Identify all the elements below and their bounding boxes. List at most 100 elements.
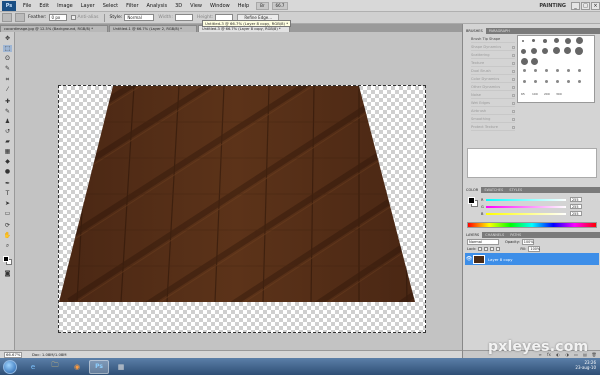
app-taskbar-icon[interactable]: ▦ xyxy=(111,360,131,374)
eraser-tool-icon[interactable]: ▰ xyxy=(3,138,12,145)
firefox-taskbar-icon[interactable]: ◉ xyxy=(67,360,87,374)
eyedropper-icon[interactable]: ⁄ xyxy=(3,86,12,93)
lasso-tool-icon[interactable]: ʘ xyxy=(3,55,12,62)
photoshop-taskbar-icon[interactable]: Ps xyxy=(89,359,109,374)
blur-tool-icon[interactable]: ◆ xyxy=(3,158,12,165)
zoom-tool-icon[interactable]: ⌕ xyxy=(3,242,12,249)
brush-option-row[interactable]: Wet Edges xyxy=(471,100,515,107)
brush-preset[interactable] xyxy=(543,39,547,43)
start-button[interactable] xyxy=(3,359,17,374)
minimize-button[interactable]: _ xyxy=(571,1,580,10)
fill-input[interactable]: 100% xyxy=(528,245,541,252)
close-button[interactable]: × xyxy=(591,1,600,10)
brush-option-row[interactable]: Noise xyxy=(471,92,515,99)
document-canvas[interactable] xyxy=(58,85,426,333)
quick-select-icon[interactable]: ✎ xyxy=(3,65,12,72)
menu-file[interactable]: File xyxy=(19,3,35,9)
rectangular-marquee-icon[interactable]: ⬚ xyxy=(3,45,12,52)
brush-preset[interactable] xyxy=(545,69,548,72)
gradient-tool-icon[interactable]: ▦ xyxy=(3,148,12,155)
brush-option-row[interactable]: Other Dynamics xyxy=(471,84,515,91)
brush-preset[interactable] xyxy=(534,69,537,72)
lock-transparency-icon[interactable] xyxy=(478,246,483,251)
bridge-button[interactable]: Br xyxy=(256,1,269,10)
menu-edit[interactable]: Edit xyxy=(35,3,53,9)
maximize-button[interactable]: □ xyxy=(581,1,590,10)
healing-brush-icon[interactable]: ✚ xyxy=(3,98,12,105)
brush-preset[interactable] xyxy=(545,80,548,83)
brush-option-row[interactable]: Shape Dynamics xyxy=(471,44,515,51)
history-brush-icon[interactable]: ↺ xyxy=(3,128,12,135)
tab-untitled-1[interactable]: Untitled-1 @ 66.7% (Layer 2, RGB/8) * xyxy=(109,25,197,32)
brush-preset[interactable] xyxy=(578,80,581,83)
color-panel-foreground[interactable] xyxy=(468,197,475,204)
brush-preset[interactable] xyxy=(531,58,538,65)
brush-preset[interactable] xyxy=(567,69,570,72)
brush-preset[interactable] xyxy=(576,37,583,44)
brush-preset[interactable] xyxy=(553,47,560,54)
green-value-input[interactable]: 255 xyxy=(570,204,582,209)
menu-help[interactable]: Help xyxy=(234,3,253,9)
workspace-switcher[interactable]: PAINTING xyxy=(539,3,566,9)
zoom-field[interactable]: 66.67% xyxy=(4,351,22,358)
brush-preset[interactable] xyxy=(523,80,526,83)
brush-option-row[interactable]: Dual Brush xyxy=(471,68,515,75)
brush-preset[interactable] xyxy=(523,69,526,72)
brush-preset[interactable] xyxy=(556,80,559,83)
brush-tool-icon[interactable]: ✎ xyxy=(3,108,12,115)
pen-tool-icon[interactable]: ✒ xyxy=(3,180,12,187)
red-slider-track[interactable] xyxy=(486,198,566,201)
type-tool-icon[interactable]: T xyxy=(3,190,12,197)
style-select[interactable]: Normal xyxy=(124,14,155,21)
tab-brushes[interactable]: BRUSHES xyxy=(463,28,486,34)
brush-option-row[interactable]: Airbrush xyxy=(471,108,515,115)
marquee-tool-icon[interactable] xyxy=(2,13,12,22)
menu-3d[interactable]: 3D xyxy=(171,3,186,9)
delete-layer-icon[interactable]: 🗑 xyxy=(591,352,597,357)
tab-color[interactable]: COLOR xyxy=(463,187,482,193)
tab-cocordimage[interactable]: cocordimage.jpg @ 12.5% (Background, RGB… xyxy=(0,25,108,32)
green-slider-track[interactable] xyxy=(486,205,566,208)
brush-preset[interactable] xyxy=(521,49,526,54)
3d-rotate-icon[interactable]: ⟳ xyxy=(3,222,12,229)
zoom-level-button[interactable]: 66.7 xyxy=(271,1,289,10)
blend-mode-select[interactable]: Normal xyxy=(467,238,499,245)
selection-mode-icon[interactable] xyxy=(15,13,25,22)
lock-pixels-icon[interactable] xyxy=(484,246,489,251)
move-tool-icon[interactable]: ✥ xyxy=(3,35,12,42)
menu-image[interactable]: Image xyxy=(53,3,77,9)
brush-option-row[interactable]: Scattering xyxy=(471,52,515,59)
layer-row-selected[interactable]: 👁 Layer 8 copy xyxy=(465,253,599,265)
shape-tool-icon[interactable]: ▭ xyxy=(3,210,12,217)
red-value-input[interactable]: 255 xyxy=(570,197,582,202)
crop-tool-icon[interactable]: ⌗ xyxy=(3,76,12,83)
brush-option-row[interactable]: Color Dynamics xyxy=(471,76,515,83)
green-slider[interactable]: G 255 xyxy=(481,204,597,209)
brush-preset[interactable] xyxy=(521,58,528,65)
brush-preset[interactable] xyxy=(531,48,537,54)
eye-icon[interactable]: 👁 xyxy=(465,256,473,262)
opacity-input[interactable]: 100% xyxy=(521,238,534,245)
brush-preset-grid[interactable]: 65 100 200 300 xyxy=(517,35,595,103)
tab-paragraph[interactable]: PARAGRAPH xyxy=(486,28,513,34)
antialias-checkbox[interactable] xyxy=(70,15,76,20)
tab-styles[interactable]: STYLES xyxy=(506,187,525,193)
foreground-color-swatch[interactable] xyxy=(3,256,9,262)
brush-preset[interactable] xyxy=(542,48,548,54)
path-select-icon[interactable]: ➤ xyxy=(3,200,12,207)
brush-option-row[interactable]: Brush Tip Shape xyxy=(471,36,515,43)
menu-layer[interactable]: Layer xyxy=(77,3,99,9)
explorer-taskbar-icon[interactable]: 🗀 xyxy=(45,360,65,374)
brush-preset[interactable] xyxy=(534,80,537,83)
dodge-tool-icon[interactable]: ● xyxy=(3,168,12,175)
brush-preset[interactable] xyxy=(532,39,535,42)
lock-position-icon[interactable] xyxy=(490,246,495,251)
feather-input[interactable]: 0 px xyxy=(48,14,67,21)
brush-preset[interactable] xyxy=(565,38,571,44)
width-input[interactable] xyxy=(174,14,193,21)
ie-taskbar-icon[interactable]: e xyxy=(23,360,43,374)
menu-analysis[interactable]: Analysis xyxy=(143,3,172,9)
menu-filter[interactable]: Filter xyxy=(122,3,142,9)
hand-tool-icon[interactable]: ✋ xyxy=(3,232,12,239)
brush-preset[interactable] xyxy=(556,69,559,72)
